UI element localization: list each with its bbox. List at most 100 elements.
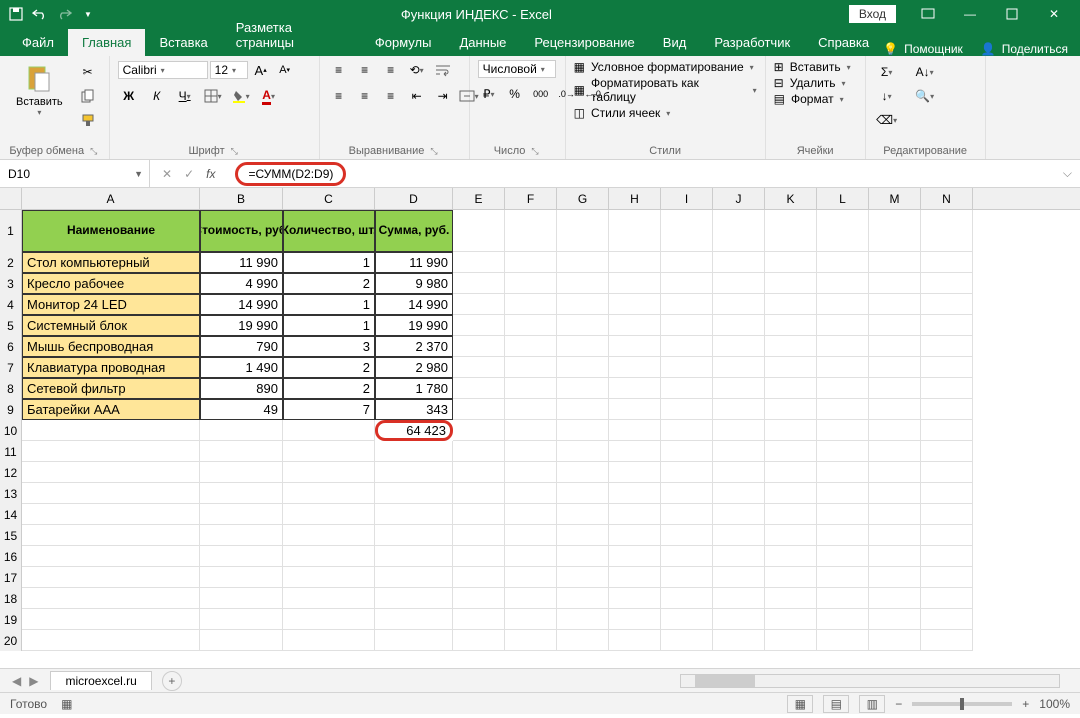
cell[interactable] (283, 525, 375, 546)
row-header[interactable]: 1 (0, 210, 22, 252)
row-header[interactable]: 10 (0, 420, 22, 441)
row-header[interactable]: 4 (0, 294, 22, 315)
cell[interactable] (765, 504, 817, 525)
paste-button[interactable]: Вставить ▾ (8, 60, 71, 121)
cell[interactable] (453, 462, 505, 483)
cell[interactable] (22, 546, 200, 567)
cell[interactable]: Сумма, руб. (375, 210, 453, 252)
cell[interactable] (609, 609, 661, 630)
cell[interactable] (921, 525, 973, 546)
cell[interactable] (869, 315, 921, 336)
cell[interactable] (609, 399, 661, 420)
cell[interactable] (22, 420, 200, 441)
cell[interactable] (453, 483, 505, 504)
cell[interactable] (453, 336, 505, 357)
cell[interactable] (609, 357, 661, 378)
cell[interactable] (765, 525, 817, 546)
col-header[interactable]: H (609, 188, 661, 209)
cell[interactable] (557, 504, 609, 525)
cell[interactable] (375, 630, 453, 651)
name-box[interactable]: D10 ▼ (0, 160, 150, 187)
cell[interactable] (817, 210, 869, 252)
cell[interactable] (505, 630, 557, 651)
cell[interactable] (921, 588, 973, 609)
cell[interactable] (869, 420, 921, 441)
find-icon[interactable]: 🔍▾ (910, 86, 940, 106)
cell[interactable] (817, 504, 869, 525)
cell[interactable] (817, 378, 869, 399)
cell[interactable] (375, 462, 453, 483)
share-button[interactable]: 👤 Поделиться (981, 42, 1068, 56)
cell[interactable] (200, 504, 283, 525)
cell[interactable] (609, 504, 661, 525)
cell[interactable] (453, 315, 505, 336)
row-header[interactable]: 12 (0, 462, 22, 483)
cell[interactable] (869, 294, 921, 315)
cell[interactable] (869, 252, 921, 273)
cell[interactable] (817, 567, 869, 588)
cell[interactable]: Кресло рабочее (22, 273, 200, 294)
cell[interactable] (661, 357, 713, 378)
cell[interactable] (921, 399, 973, 420)
cell[interactable] (453, 504, 505, 525)
cell[interactable] (661, 441, 713, 462)
sheet-nav-next-icon[interactable]: ▶ (29, 674, 38, 688)
clipboard-launcher-icon[interactable]: ⤡ (88, 146, 99, 157)
cell[interactable] (557, 588, 609, 609)
comma-icon[interactable]: 000 (530, 84, 552, 104)
cell[interactable] (375, 609, 453, 630)
cell[interactable] (817, 252, 869, 273)
cell[interactable] (505, 609, 557, 630)
copy-icon[interactable] (77, 86, 99, 106)
cell[interactable]: 2 370 (375, 336, 453, 357)
cell[interactable] (505, 441, 557, 462)
cell[interactable] (817, 315, 869, 336)
row-header[interactable]: 3 (0, 273, 22, 294)
cell[interactable] (200, 609, 283, 630)
cell[interactable] (375, 441, 453, 462)
cell[interactable]: Стоимость, руб. (200, 210, 283, 252)
formula-input[interactable]: =СУММ(D2:D9) (227, 160, 1054, 187)
cell[interactable] (22, 504, 200, 525)
cell[interactable] (453, 210, 505, 252)
cell[interactable] (609, 378, 661, 399)
row-header[interactable]: 6 (0, 336, 22, 357)
cell[interactable] (869, 630, 921, 651)
cell[interactable]: Монитор 24 LED (22, 294, 200, 315)
cell[interactable] (505, 210, 557, 252)
col-header[interactable]: E (453, 188, 505, 209)
close-icon[interactable]: ✕ (1034, 0, 1074, 28)
cell[interactable] (713, 315, 765, 336)
cell[interactable] (22, 588, 200, 609)
cell[interactable] (817, 441, 869, 462)
cell[interactable] (453, 252, 505, 273)
cell[interactable] (921, 378, 973, 399)
cell[interactable]: 1 780 (375, 378, 453, 399)
cell[interactable] (869, 588, 921, 609)
cell[interactable] (505, 546, 557, 567)
horizontal-scrollbar[interactable] (182, 674, 1080, 688)
cell[interactable] (765, 315, 817, 336)
row-header[interactable]: 15 (0, 525, 22, 546)
cell[interactable] (200, 441, 283, 462)
cell[interactable] (661, 210, 713, 252)
delete-cells-button[interactable]: ⊟Удалить▾ (774, 76, 846, 90)
col-header[interactable]: G (557, 188, 609, 209)
cell[interactable]: Батарейки ААА (22, 399, 200, 420)
cell[interactable] (200, 546, 283, 567)
cell[interactable] (453, 273, 505, 294)
sheet-tab[interactable]: microexcel.ru (50, 671, 151, 690)
cell[interactable] (609, 462, 661, 483)
add-sheet-icon[interactable]: + (162, 671, 182, 691)
cell[interactable] (22, 441, 200, 462)
cell[interactable] (661, 399, 713, 420)
cell[interactable] (713, 273, 765, 294)
cell[interactable]: Стол компьютерный (22, 252, 200, 273)
cell[interactable] (505, 399, 557, 420)
cell[interactable] (375, 504, 453, 525)
format-as-table-button[interactable]: ▦Форматировать как таблицу▾ (574, 76, 757, 104)
cell[interactable]: 9 980 (375, 273, 453, 294)
cell[interactable] (817, 462, 869, 483)
cell[interactable] (22, 630, 200, 651)
underline-icon[interactable]: Ч ▾ (174, 86, 196, 106)
